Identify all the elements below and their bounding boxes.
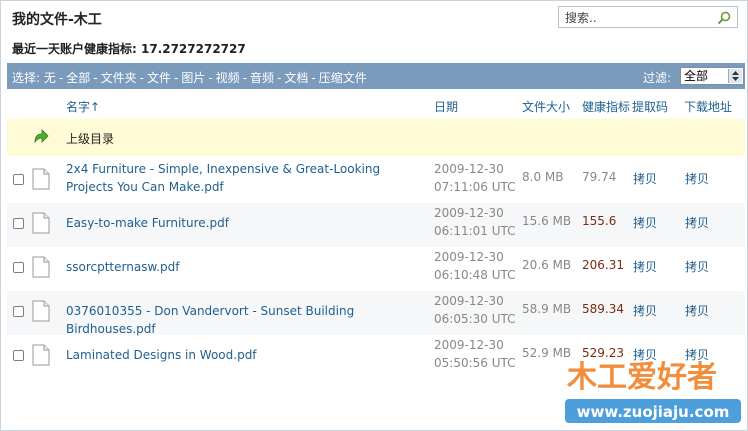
file-icon xyxy=(32,344,50,366)
file-icon xyxy=(32,300,50,322)
select-option-all[interactable]: 全部 xyxy=(66,71,90,85)
copy-code-link[interactable]: 拷贝 xyxy=(633,214,657,231)
select-option-documents[interactable]: 文档 xyxy=(284,71,308,85)
search-box[interactable] xyxy=(558,6,738,28)
file-name-link[interactable]: Laminated Designs in Wood.pdf xyxy=(66,346,430,364)
copy-code-link[interactable]: 拷贝 xyxy=(633,258,657,275)
select-option-videos[interactable]: 视频 xyxy=(216,71,240,85)
table-header: 名字↑ 日期 文件大小 健康指标 提取码 下载地址 xyxy=(7,93,745,117)
select-option-folders[interactable]: 文件夹 xyxy=(101,71,137,85)
chevron-updown-icon[interactable] xyxy=(728,69,742,83)
separator: - xyxy=(58,71,64,85)
file-browser-panel: 我的文件-木工 最近一天账户健康指标: 17.2727272727 选择: 无-… xyxy=(0,0,748,431)
copy-download-link[interactable]: 拷贝 xyxy=(685,170,709,187)
file-icon xyxy=(32,256,50,278)
row-checkbox[interactable] xyxy=(13,174,24,185)
file-date: 2009-12-30 xyxy=(434,250,504,264)
filter-select[interactable]: 全部 xyxy=(680,67,744,85)
separator: - xyxy=(242,71,248,85)
table-row: Easy-to-make Furniture.pdf 2009-12-30 06… xyxy=(7,203,745,247)
file-time: 06:11:01 UTC xyxy=(434,224,516,238)
page-title: 我的文件-木工 xyxy=(12,12,102,28)
file-time: 05:50:56 UTC xyxy=(434,356,516,370)
file-name-link[interactable]: 2x4 Furniture - Simple, Inexpensive & Gr… xyxy=(66,160,430,196)
select-option-none[interactable]: 无 xyxy=(44,71,56,85)
separator: - xyxy=(208,71,213,85)
file-time: 06:10:48 UTC xyxy=(434,268,516,282)
file-date: 2009-12-30 xyxy=(434,294,504,308)
selection-filter-group: 选择: 无 - 全部 - 文件夹 - 文件 - 图片 - 视频 - 音频 - 文档 - 压缩文件 xyxy=(12,69,367,86)
column-header-name[interactable]: 名字↑ xyxy=(66,98,100,115)
select-option-files[interactable]: 文件 xyxy=(147,71,171,85)
separator: - xyxy=(139,71,144,85)
copy-code-link[interactable]: 拷贝 xyxy=(633,170,657,187)
file-health: 155.6 xyxy=(582,214,617,228)
file-icon xyxy=(32,168,50,190)
table-row: 0376010355 - Don Vandervort - Sunset Bui… xyxy=(7,291,745,338)
file-size: 20.6 MB xyxy=(522,258,572,272)
watermark-cn-text: 木工爱好者 xyxy=(566,360,717,395)
file-date: 2009-12-30 xyxy=(434,206,504,220)
separator: - xyxy=(93,71,98,85)
watermark-url-text: www.zuojiaju.com xyxy=(577,403,730,421)
file-icon xyxy=(32,212,50,234)
column-header-code: 提取码 xyxy=(632,100,669,114)
filter-label: 过滤: xyxy=(643,71,672,85)
select-option-audio[interactable]: 音频 xyxy=(250,71,274,85)
copy-download-link[interactable]: 拷贝 xyxy=(685,258,709,275)
file-size: 15.6 MB xyxy=(522,214,572,228)
file-name-link[interactable]: Easy-to-make Furniture.pdf xyxy=(66,214,430,232)
filter-selected-value: 全部 xyxy=(684,69,709,83)
copy-download-link[interactable]: 拷贝 xyxy=(685,214,709,231)
table-row: 2x4 Furniture - Simple, Inexpensive & Gr… xyxy=(7,159,745,203)
file-date: 2009-12-30 xyxy=(434,338,504,352)
file-time: 06:05:30 UTC xyxy=(434,312,516,326)
separator: - xyxy=(173,71,179,85)
parent-directory-label[interactable]: 上级目录 xyxy=(66,130,114,147)
search-input[interactable] xyxy=(559,8,715,28)
row-checkbox[interactable] xyxy=(13,350,24,361)
column-header-size[interactable]: 文件大小 xyxy=(522,98,570,115)
separator: - xyxy=(277,71,282,85)
column-header-date[interactable]: 日期 xyxy=(434,98,458,115)
copy-download-link[interactable]: 拷贝 xyxy=(685,302,709,319)
file-size: 8.0 MB xyxy=(522,170,564,184)
copy-code-link[interactable]: 拷贝 xyxy=(633,302,657,319)
up-arrow-icon[interactable] xyxy=(32,127,50,145)
column-header-health[interactable]: 健康指标 xyxy=(582,98,630,115)
account-health-indicator: 最近一天账户健康指标: 17.2727272727 xyxy=(12,42,246,56)
selection-toolbar: 选择: 无 - 全部 - 文件夹 - 文件 - 图片 - 视频 - 音频 - 文档 - 压缩文件 过滤: 全部 xyxy=(7,63,745,89)
row-checkbox[interactable] xyxy=(13,306,24,317)
file-health: 589.34 xyxy=(582,302,624,316)
table-row: ssorcptternasw.pdf 2009-12-30 06:10:48 U… xyxy=(7,247,745,291)
site-watermark-logo: 木工爱好者 www.zuojiaju.com xyxy=(565,359,741,423)
search-icon[interactable] xyxy=(716,10,732,26)
select-option-archives[interactable]: 压缩文件 xyxy=(319,71,367,85)
file-time: 07:11:06 UTC xyxy=(434,180,516,194)
row-checkbox[interactable] xyxy=(13,218,24,229)
select-label: 选择: xyxy=(12,71,41,85)
file-health: 79.74 xyxy=(582,170,617,184)
file-name-link[interactable]: 0376010355 - Don Vandervort - Sunset Bui… xyxy=(66,302,430,338)
select-option-images[interactable]: 图片 xyxy=(181,71,205,85)
file-size: 58.9 MB xyxy=(522,302,572,316)
separator: - xyxy=(311,71,316,85)
column-header-download: 下载地址 xyxy=(684,100,733,114)
parent-directory-row[interactable]: 上级目录 xyxy=(7,119,745,156)
file-date: 2009-12-30 xyxy=(434,162,504,176)
file-name-link[interactable]: ssorcptternasw.pdf xyxy=(66,258,430,276)
row-checkbox[interactable] xyxy=(13,262,24,273)
file-health: 206.31 xyxy=(582,258,624,272)
